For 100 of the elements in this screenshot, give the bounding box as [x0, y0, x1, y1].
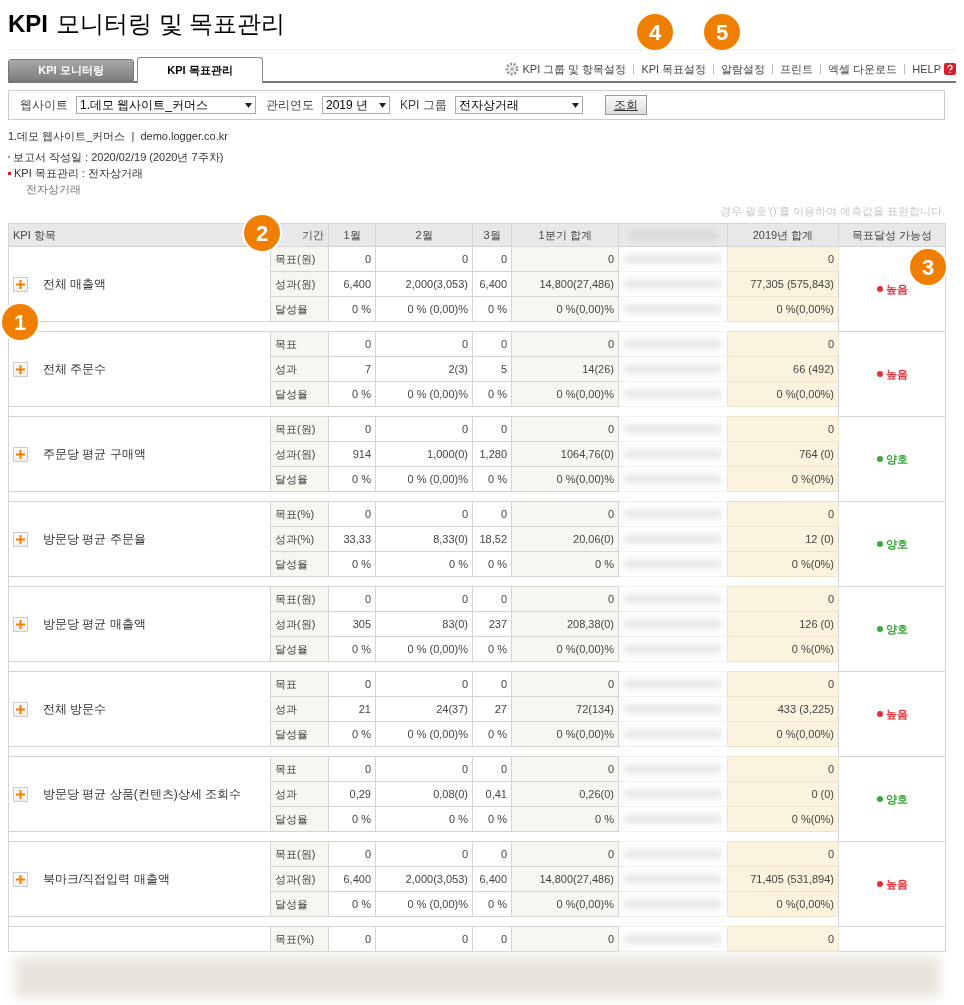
expand-button[interactable]: [13, 701, 28, 717]
table-cell: 7: [328, 356, 376, 382]
kpi-name: 방문당 평균 상품(컨텐츠)상세 조회수: [43, 786, 241, 803]
table-cell: 0: [472, 416, 512, 442]
table-cell: 5: [472, 356, 512, 382]
period-label: 목표(원): [270, 586, 329, 612]
column-header: 1월: [328, 223, 376, 247]
table-cell: 27: [472, 696, 512, 722]
toolbar-link[interactable]: 프린트: [780, 60, 814, 77]
table-cell: 0: [511, 756, 619, 782]
table-cell: 0 %: [472, 551, 512, 577]
table-cell: 126 (0): [727, 611, 839, 637]
plus-icon: [16, 789, 25, 799]
table-cell: 0: [511, 246, 619, 272]
table-cell: 0 %: [472, 381, 512, 407]
kpi-name: 북마크/직접입력 매출액: [43, 871, 170, 888]
dropdown[interactable]: 1.데모 웹사이트_커머스: [76, 96, 256, 114]
expand-button[interactable]: [13, 786, 28, 802]
expand-button[interactable]: [13, 361, 28, 377]
kpi-name: 전체 방문수: [43, 701, 107, 718]
callout-badge: 3: [908, 247, 948, 287]
table-cell: 0: [328, 841, 376, 867]
kpi-name: 전체 매출액: [43, 276, 107, 293]
tab[interactable]: KPI 목표관리: [137, 57, 263, 83]
table-cell: 0 %: [375, 806, 473, 832]
table-cell: 0: [328, 416, 376, 442]
table-cell: 0: [472, 586, 512, 612]
kpi-name: 주문당 평균 구매액: [43, 446, 146, 463]
table-cell: 0: [472, 246, 512, 272]
toolbar-link[interactable]: KPI 목표설정: [641, 60, 707, 77]
plus-icon: [16, 449, 25, 459]
table-cell: 0,26(0): [511, 781, 619, 807]
period-label: 목표(%): [270, 926, 329, 952]
toolbar-link[interactable]: 알람설정: [721, 60, 766, 77]
plus-icon: [16, 364, 25, 374]
table-cell: 914: [328, 441, 376, 467]
kpi-name: 방문당 평균 주문율: [43, 531, 146, 548]
table-cell: 0: [375, 331, 473, 357]
status-text: 양호: [885, 536, 908, 552]
dropdown[interactable]: 전자상거래: [454, 96, 583, 114]
table-cell: 0 %: [511, 806, 619, 832]
table-cell: 14,800(27,486): [511, 866, 619, 892]
expand-button[interactable]: [13, 276, 28, 292]
table-cell: 6,400: [328, 271, 376, 297]
plus-icon: [16, 619, 25, 629]
table-cell: 0: [727, 756, 839, 782]
table-cell: 0: [511, 671, 619, 697]
toolbar-link[interactable]: HELP: [912, 60, 956, 77]
table-cell: 14,800(27,486): [511, 271, 619, 297]
table-cell: 0 %: [472, 636, 512, 662]
column-header: 목표달성 가능성: [838, 223, 946, 247]
table-cell: 2(3): [375, 356, 473, 382]
table-cell: 1,000(0): [375, 441, 473, 467]
table-cell: 0 %: [511, 551, 619, 577]
table-cell: 0 %(0,00%): [727, 721, 839, 747]
table-cell: 0: [727, 501, 839, 527]
table-cell: 433 (3,225): [727, 696, 839, 722]
table-cell: 0 %: [328, 721, 376, 747]
table-cell: 0 % (0,00)%: [375, 891, 473, 917]
table-cell: 0 % (0,00)%: [375, 466, 473, 492]
expand-button[interactable]: [13, 531, 28, 547]
expand-button[interactable]: [13, 616, 28, 632]
help-icon: [944, 62, 956, 75]
table-cell: 0 % (0,00)%: [375, 381, 473, 407]
table-cell: 0: [328, 586, 376, 612]
table-cell: 0: [472, 841, 512, 867]
table-cell: 0: [375, 501, 473, 527]
expand-button[interactable]: [13, 871, 28, 887]
expand-button[interactable]: [13, 446, 28, 462]
table-cell: 0: [375, 841, 473, 867]
column-header: 3월: [472, 223, 512, 247]
table-cell: 0: [727, 586, 839, 612]
table-cell: 0: [375, 926, 473, 952]
search-button[interactable]: 조회: [604, 95, 647, 115]
table-cell: 33,33: [328, 526, 376, 552]
table-cell: 0: [328, 331, 376, 357]
table-cell: 0,08(0): [375, 781, 473, 807]
table-cell: 0: [375, 756, 473, 782]
table-cell: 0 %(0,00)%: [511, 381, 619, 407]
table-cell: 0 % (0,00)%: [375, 636, 473, 662]
toolbar-link[interactable]: 엑셀 다운로드: [828, 60, 898, 77]
table-cell: 0: [472, 671, 512, 697]
dropdown-arrow-icon: [571, 102, 579, 108]
table-cell: 0: [511, 586, 619, 612]
table-cell: 305: [328, 611, 376, 637]
filter-label: 관리연도: [266, 97, 314, 114]
dropdown[interactable]: 2019 년: [322, 96, 390, 114]
status-text: 양호: [885, 791, 908, 807]
table-cell: 1064,76(0): [511, 441, 619, 467]
table-cell: 2,000(3,053): [375, 866, 473, 892]
table-cell: 0: [328, 671, 376, 697]
table-cell: 0 %: [375, 551, 473, 577]
table-cell: 0: [727, 926, 839, 952]
toolbar-link[interactable]: KPI 그룹 및 항목설정: [505, 60, 627, 77]
table-cell: 20,06(0): [511, 526, 619, 552]
status-text: 높음: [885, 281, 908, 297]
plus-icon: [16, 874, 25, 884]
report-date: 보고서 작성일 : 2020/02/19 (2020년 7주차): [13, 149, 224, 165]
table-cell: 764 (0): [727, 441, 839, 467]
table-cell: 24(37): [375, 696, 473, 722]
